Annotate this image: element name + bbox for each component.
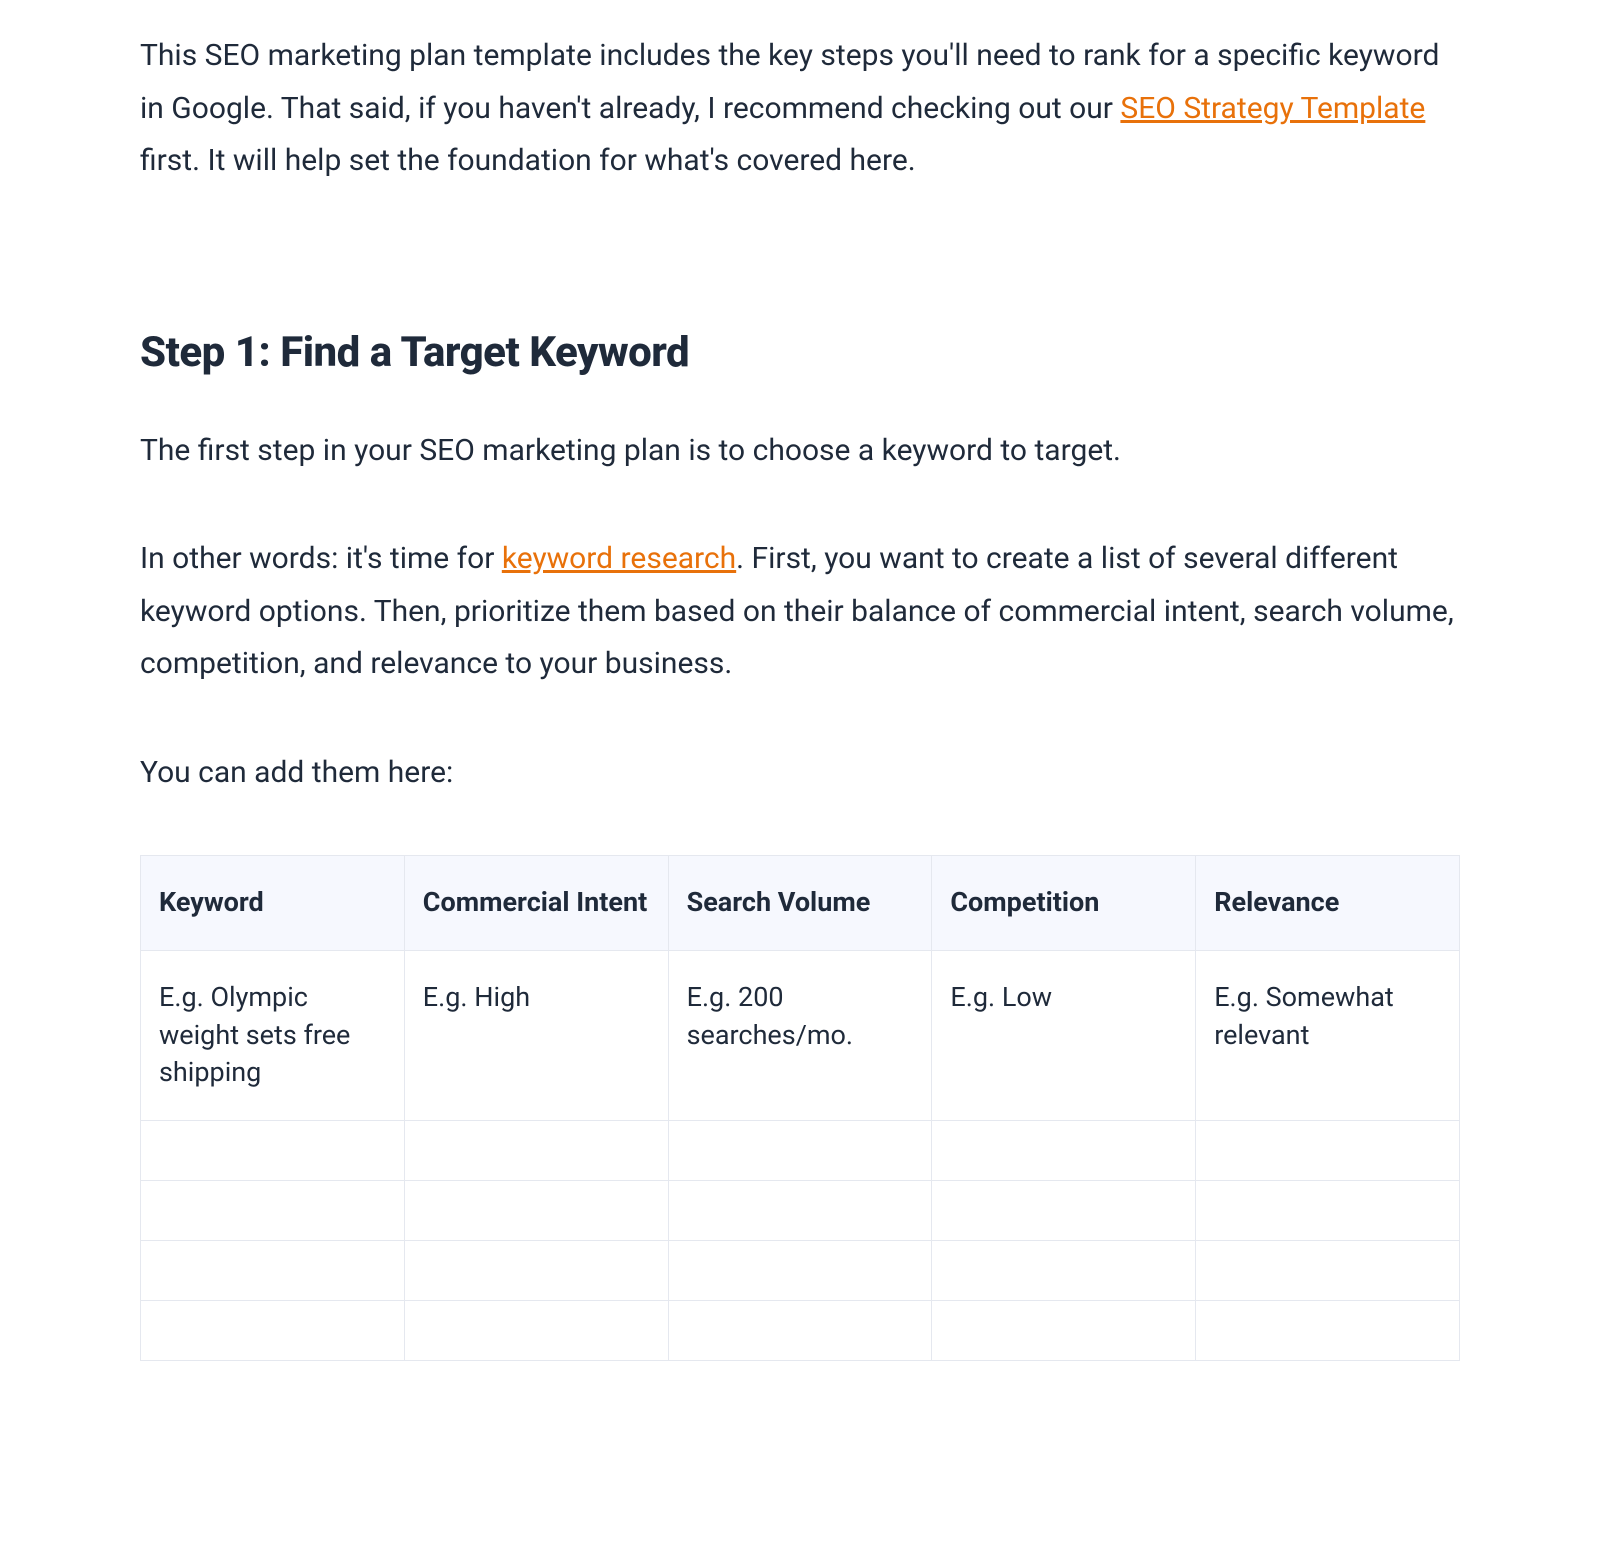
cell-empty[interactable] bbox=[1196, 1121, 1460, 1181]
table-row bbox=[141, 1181, 1460, 1241]
step-1-para-2: In other words: it's time for keyword re… bbox=[140, 533, 1460, 691]
table-row bbox=[141, 1241, 1460, 1301]
table-row bbox=[141, 1121, 1460, 1181]
cell-empty[interactable] bbox=[404, 1241, 668, 1301]
intro-paragraph: This SEO marketing plan template include… bbox=[140, 30, 1460, 188]
cell-empty[interactable] bbox=[141, 1301, 405, 1361]
header-commercial-intent: Commercial Intent bbox=[404, 856, 668, 951]
cell-empty[interactable] bbox=[932, 1181, 1196, 1241]
table-row bbox=[141, 1301, 1460, 1361]
keyword-table-wrapper: Keyword Commercial Intent Search Volume … bbox=[140, 855, 1460, 1361]
cell-empty[interactable] bbox=[141, 1121, 405, 1181]
header-relevance: Relevance bbox=[1196, 856, 1460, 951]
cell-empty[interactable] bbox=[668, 1241, 932, 1301]
cell-empty[interactable] bbox=[932, 1241, 1196, 1301]
step-1-para-3: You can add them here: bbox=[140, 747, 1460, 800]
para2-before: In other words: it's time for bbox=[140, 541, 502, 576]
header-competition: Competition bbox=[932, 856, 1196, 951]
cell-competition[interactable]: E.g. Low bbox=[932, 950, 1196, 1120]
cell-relevance[interactable]: E.g. Somewhat relevant bbox=[1196, 950, 1460, 1120]
cell-empty[interactable] bbox=[1196, 1301, 1460, 1361]
header-search-volume: Search Volume bbox=[668, 856, 932, 951]
table-header-row: Keyword Commercial Intent Search Volume … bbox=[141, 856, 1460, 951]
cell-empty[interactable] bbox=[404, 1121, 668, 1181]
table-row: E.g. Olympic weight sets free shipping E… bbox=[141, 950, 1460, 1120]
step-1-heading: Step 1: Find a Target Keyword bbox=[140, 328, 1460, 377]
cell-empty[interactable] bbox=[404, 1181, 668, 1241]
cell-empty[interactable] bbox=[668, 1121, 932, 1181]
step-1-para-1: The first step in your SEO marketing pla… bbox=[140, 425, 1460, 478]
keyword-research-link[interactable]: keyword research bbox=[502, 541, 736, 576]
cell-empty[interactable] bbox=[932, 1301, 1196, 1361]
cell-commercial-intent[interactable]: E.g. High bbox=[404, 950, 668, 1120]
cell-empty[interactable] bbox=[404, 1301, 668, 1361]
cell-empty[interactable] bbox=[668, 1181, 932, 1241]
cell-empty[interactable] bbox=[141, 1241, 405, 1301]
cell-empty[interactable] bbox=[141, 1181, 405, 1241]
cell-empty[interactable] bbox=[1196, 1241, 1460, 1301]
header-keyword: Keyword bbox=[141, 856, 405, 951]
cell-empty[interactable] bbox=[932, 1121, 1196, 1181]
seo-strategy-template-link[interactable]: SEO Strategy Template bbox=[1120, 91, 1425, 126]
cell-empty[interactable] bbox=[1196, 1181, 1460, 1241]
cell-empty[interactable] bbox=[668, 1301, 932, 1361]
intro-text-after: first. It will help set the foundation f… bbox=[140, 143, 916, 178]
keyword-table: Keyword Commercial Intent Search Volume … bbox=[140, 855, 1460, 1361]
cell-search-volume[interactable]: E.g. 200 searches/mo. bbox=[668, 950, 932, 1120]
cell-keyword[interactable]: E.g. Olympic weight sets free shipping bbox=[141, 950, 405, 1120]
